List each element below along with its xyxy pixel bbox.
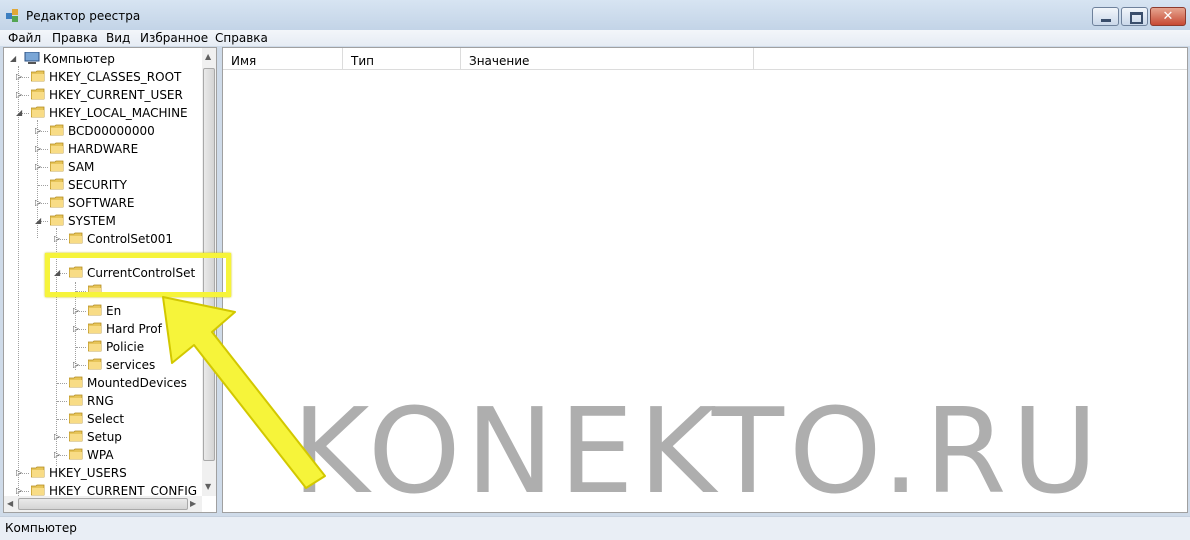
annotation-arrow (162, 296, 326, 489)
